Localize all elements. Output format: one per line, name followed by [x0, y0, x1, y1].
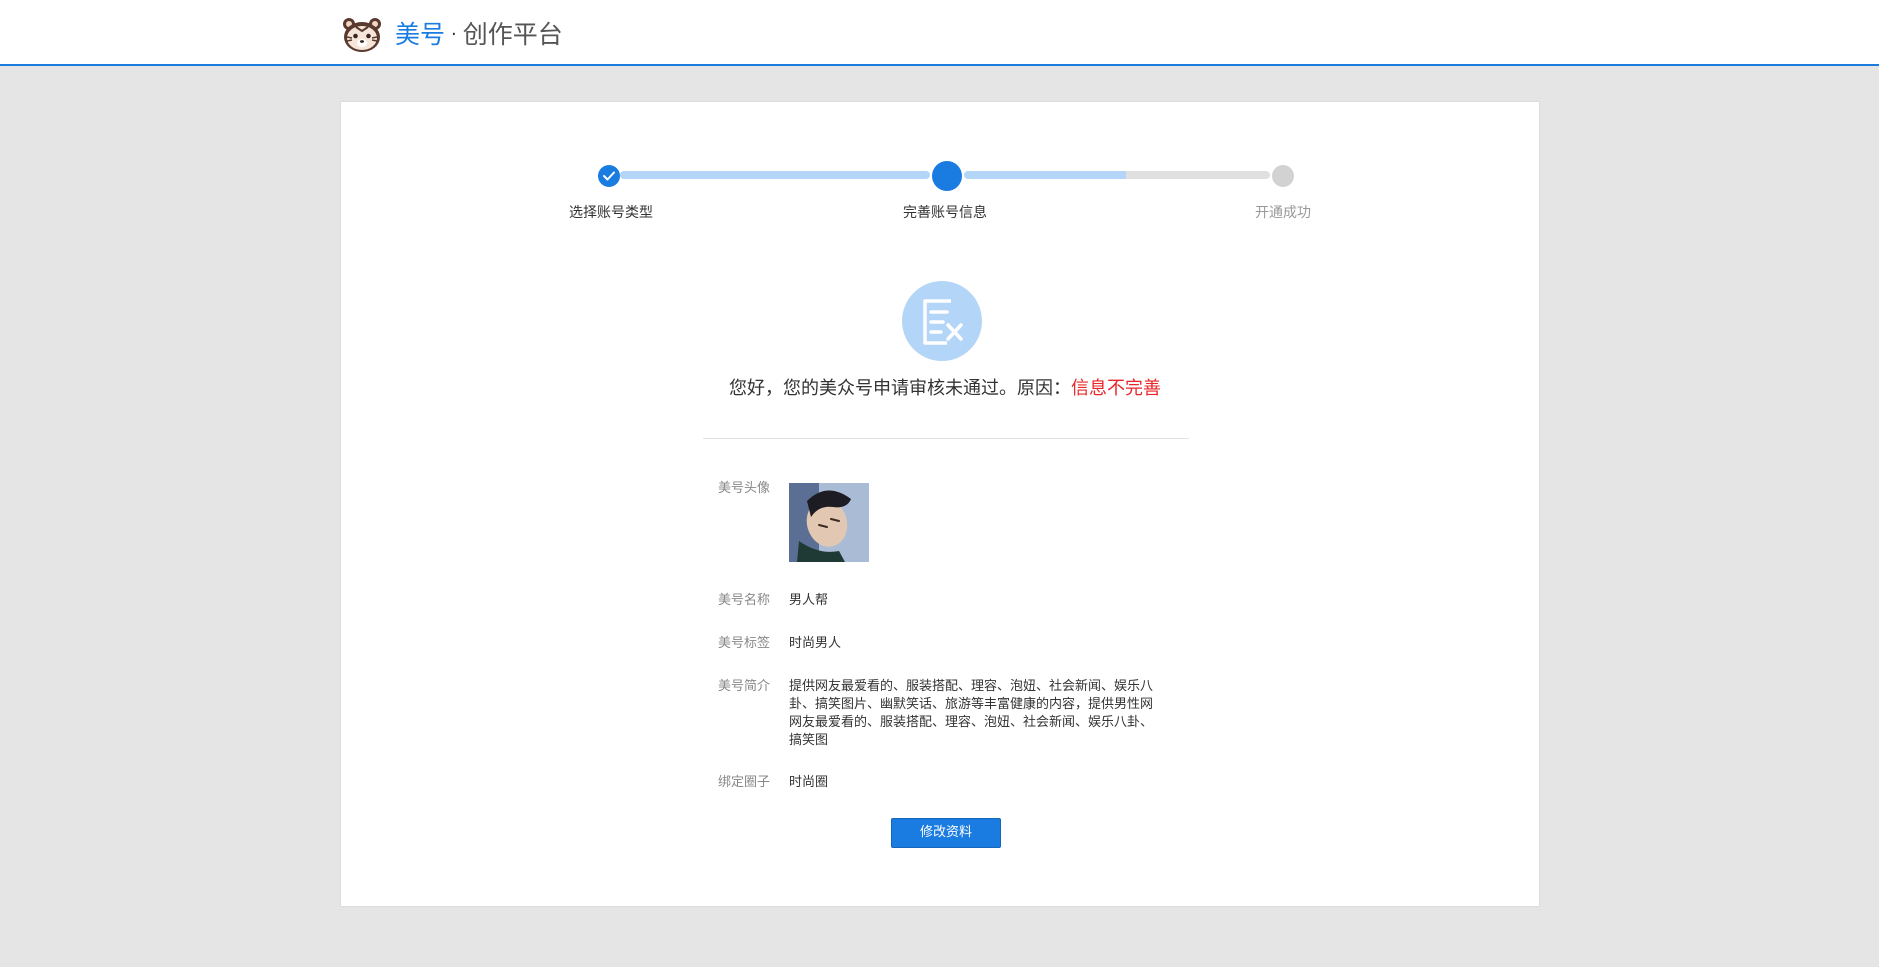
tiger-logo-icon[interactable]: [342, 17, 382, 53]
divider: [703, 438, 1189, 439]
circle-label: 绑定圈子: [718, 775, 771, 790]
status-message: 您好，您的美众号申请审核未通过。原因：信息不完善: [600, 376, 1290, 402]
step-1-done-node: [598, 165, 620, 187]
intro-label: 美号简介: [718, 679, 771, 694]
step-1-label: 选择账号类型: [569, 205, 653, 221]
status-reason: 信息不完善: [1071, 378, 1161, 399]
avatar: [789, 483, 869, 562]
brand-secondary: 创作平台: [462, 20, 563, 49]
document-reject-icon: [923, 299, 963, 345]
name-label: 美号名称: [718, 593, 771, 608]
step-2-current-node: [932, 161, 962, 191]
step-3-pending-node: [1272, 165, 1294, 187]
step-track-progress: [964, 171, 1126, 179]
status-badge: [902, 281, 982, 361]
name-value: 男人帮: [789, 593, 829, 608]
avatar-label: 美号头像: [718, 481, 771, 496]
edit-profile-button[interactable]: 修改资料: [891, 818, 1001, 848]
check-icon: [603, 171, 615, 181]
step-track-done: [620, 171, 930, 179]
intro-value: 提供网友最爱看的、服装搭配、理容、泡妞、社会新闻、娱乐八卦、搞笑图片、幽默笑话、…: [789, 679, 1154, 748]
top-bar: 美号 · 创作平台: [0, 0, 1879, 66]
circle-value: 时尚圈: [789, 775, 829, 790]
brand-separator: ·: [451, 24, 457, 45]
step-3-label: 开通成功: [1255, 205, 1311, 221]
tag-label: 美号标签: [718, 636, 771, 651]
brand-primary: 美号: [395, 20, 446, 49]
tag-value: 时尚男人: [789, 636, 842, 651]
brand-title: 美号 · 创作平台: [395, 18, 563, 52]
step-2-label: 完善账号信息: [903, 205, 987, 221]
status-text: 您好，您的美众号申请审核未通过。原因：: [729, 378, 1071, 399]
step-track-pending: [1126, 171, 1270, 179]
